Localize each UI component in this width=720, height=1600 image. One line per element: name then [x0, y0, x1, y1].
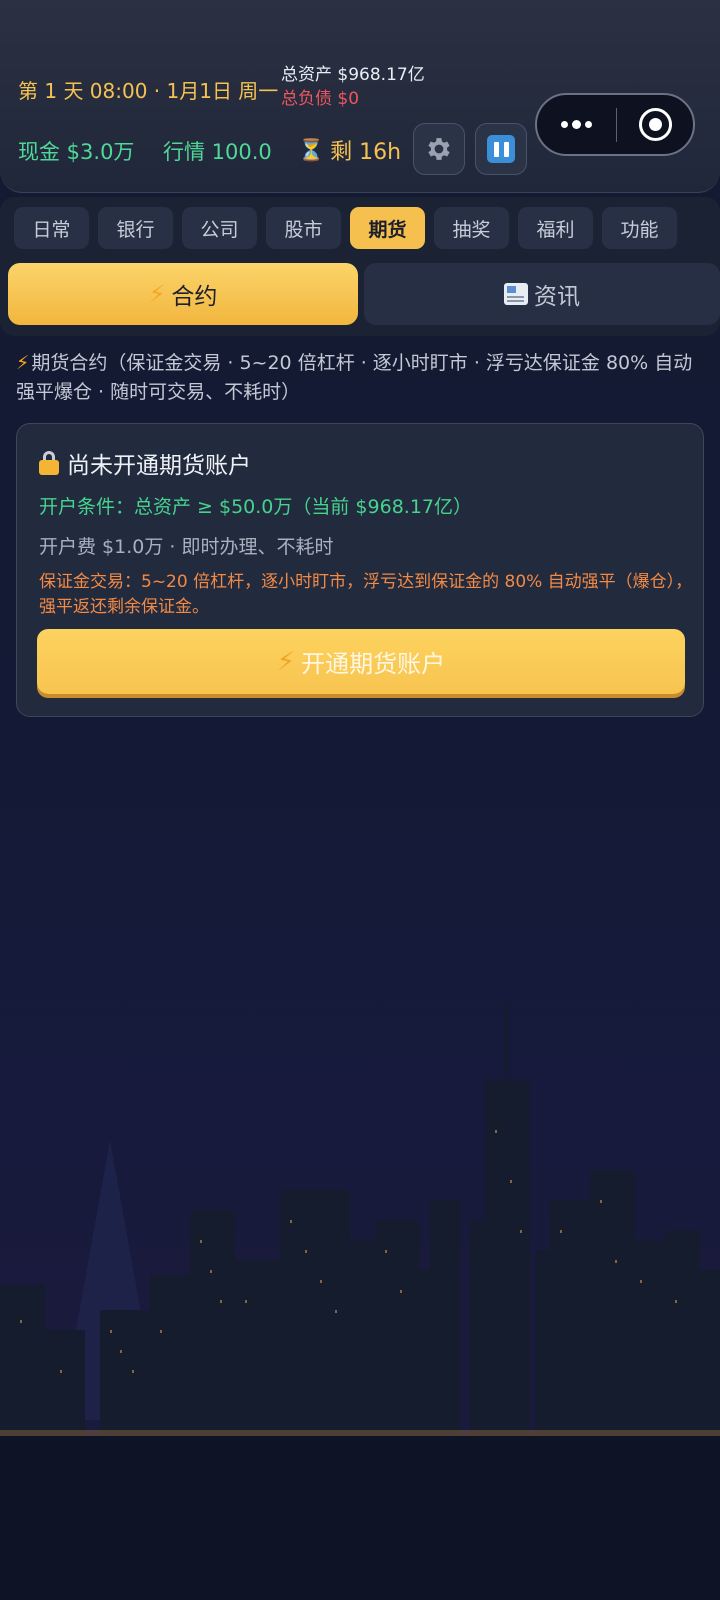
tab-welfare[interactable]: 福利	[518, 207, 593, 249]
card-title-row: 尚未开通期货账户	[39, 446, 251, 480]
pause-button[interactable]	[475, 123, 527, 175]
lock-icon	[39, 451, 59, 475]
futures-description: ⚡ 期货合约（保证金交易 · 5~20 倍杠杆 · 逐小时盯市 · 浮亏达保证金 …	[16, 349, 704, 407]
market-index-label: 行情 100.0	[163, 140, 272, 164]
status-header: 第 1 天 08:00 · 1月1日 周一 总资产 $968.17亿 总负债 $…	[0, 0, 720, 193]
card-title: 尚未开通期货账户	[67, 453, 251, 479]
futures-account-card: 尚未开通期货账户 开户条件：总资产 ≥ $50.0万（当前 $968.17亿） …	[16, 423, 704, 717]
open-futures-account-button[interactable]: ⚡ 开通期货账户	[37, 629, 685, 694]
tab-company[interactable]: 公司	[182, 207, 257, 249]
navigation-panel: 日常 银行 公司 股市 期货 抽奖 福利 功能 ⚡ 合约 资讯	[0, 197, 720, 336]
lightning-icon: ⚡	[16, 352, 30, 374]
open-futures-account-label: 开通期货账户	[301, 650, 446, 678]
sub-tab-news-label: 资讯	[534, 284, 580, 310]
city-skyline-background	[0, 1000, 720, 1600]
miniprogram-capsule	[535, 93, 695, 156]
time-remaining: ⏳ 剩 16h	[298, 134, 401, 166]
cash-label: 现金 $3.0万	[18, 140, 135, 164]
sub-tab-contract-label: 合约	[171, 284, 218, 310]
settings-button[interactable]	[413, 123, 465, 175]
lightning-icon: ⚡	[148, 280, 166, 308]
total-assets-label: 总资产 $968.17亿	[281, 65, 425, 85]
record-icon[interactable]	[617, 108, 693, 141]
tab-features[interactable]: 功能	[602, 207, 677, 249]
account-condition: 开户条件：总资产 ≥ $50.0万（当前 $968.17亿）	[39, 496, 473, 518]
total-debt-label: 总负债 $0	[281, 89, 360, 109]
time-remaining-label: 剩 16h	[330, 140, 402, 165]
newspaper-icon	[504, 283, 528, 305]
sub-tab-news[interactable]: 资讯	[364, 263, 720, 325]
sub-tabs: ⚡ 合约 资讯	[8, 263, 720, 325]
tab-stocks[interactable]: 股市	[266, 207, 341, 249]
pause-icon	[487, 135, 515, 163]
tab-bank[interactable]: 银行	[98, 207, 173, 249]
sub-tab-contract[interactable]: ⚡ 合约	[8, 263, 358, 325]
lightning-icon: ⚡	[276, 646, 296, 677]
day-time-label: 第 1 天 08:00 · 1月1日 周一	[18, 79, 279, 103]
tab-lottery[interactable]: 抽奖	[434, 207, 509, 249]
tab-futures[interactable]: 期货	[350, 207, 425, 249]
assets-summary: 总资产 $968.17亿 总负债 $0	[281, 63, 425, 111]
futures-description-text: 期货合约（保证金交易 · 5~20 倍杠杆 · 逐小时盯市 · 浮亏达保证金 8…	[16, 352, 693, 403]
main-tabs: 日常 银行 公司 股市 期货 抽奖 福利 功能	[14, 207, 677, 249]
account-fee: 开户费 $1.0万 · 即时办理、不耗时	[39, 536, 334, 558]
tab-daily[interactable]: 日常	[14, 207, 89, 249]
more-dots-icon[interactable]	[537, 120, 616, 129]
gear-icon	[428, 138, 450, 160]
hourglass-icon: ⏳	[298, 137, 325, 162]
margin-note: 保证金交易：5~20 倍杠杆，逐小时盯市，浮亏达到保证金的 80% 自动强平（爆…	[39, 572, 693, 617]
